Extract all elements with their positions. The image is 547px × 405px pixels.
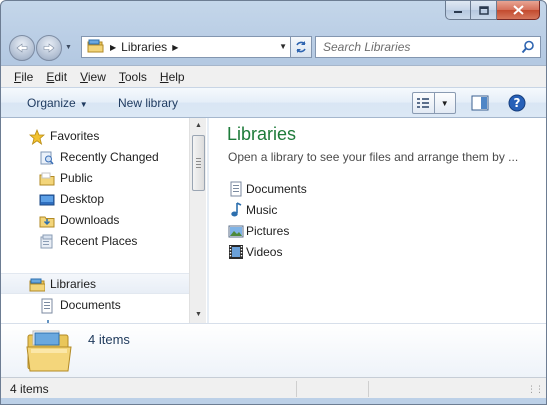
desktop-icon	[39, 194, 55, 206]
status-bar: 4 items ⋮⋮	[1, 377, 546, 398]
nav-item-label: Public	[60, 171, 93, 185]
explorer-window: ▼ ▶ Libraries ▶ ▼ Search Libraries File …	[0, 0, 547, 405]
menu-file[interactable]: File	[14, 70, 33, 84]
nav-item-documents[interactable]: Documents	[1, 295, 189, 316]
menu-help[interactable]: Help	[160, 70, 185, 84]
library-item-label: Videos	[246, 245, 283, 259]
change-view-button[interactable]: ▼	[412, 92, 456, 114]
organize-button[interactable]: Organize ▼	[27, 96, 88, 110]
nav-libraries-label: Libraries	[50, 277, 97, 291]
close-button[interactable]	[497, 1, 540, 20]
library-item-documents[interactable]: Documents	[228, 180, 388, 198]
menu-edit[interactable]: Edit	[46, 70, 67, 84]
minimize-icon	[454, 11, 462, 13]
pictures-icon	[228, 225, 244, 238]
minimize-button[interactable]	[445, 1, 471, 20]
view-options-icon[interactable]	[413, 93, 434, 113]
nav-item-music-partial[interactable]	[1, 316, 189, 323]
libraries-icon	[87, 38, 105, 57]
libraries-large-icon	[26, 330, 72, 372]
close-icon	[512, 5, 524, 15]
libraries-icon	[29, 278, 45, 292]
address-bar[interactable]: ▶ Libraries ▶ ▼	[81, 36, 294, 58]
nav-favorites-label: Favorites	[50, 129, 100, 143]
scroll-thumb[interactable]	[192, 135, 205, 191]
content-area: Favorites Recently Changed Public Deskto…	[1, 118, 546, 323]
command-bar: Organize ▼ New library ▼ ?	[1, 87, 546, 118]
library-item-label: Documents	[246, 182, 307, 196]
status-separator	[368, 381, 369, 397]
library-item-label: Music	[246, 203, 278, 217]
nav-libraries[interactable]: Libraries	[1, 273, 189, 294]
preview-pane-icon[interactable]	[471, 95, 489, 114]
nav-item-label: Recently Changed	[60, 150, 159, 164]
library-item-music[interactable]: Music	[228, 201, 388, 219]
breadcrumb-separator-icon[interactable]: ▶	[110, 43, 116, 52]
help-icon[interactable]: ?	[508, 94, 526, 115]
library-item-label: Pictures	[246, 224, 290, 238]
breadcrumb-libraries[interactable]: Libraries	[121, 40, 167, 54]
status-item-count: 4 items	[10, 382, 49, 396]
library-item-pictures[interactable]: Pictures	[228, 222, 388, 240]
new-library-button[interactable]: New library	[118, 96, 178, 110]
svg-text:?: ?	[514, 96, 521, 110]
recent-pages-dropdown[interactable]: ▼	[65, 44, 72, 51]
chevron-down-icon: ▼	[79, 100, 88, 109]
refresh-icon	[296, 41, 306, 53]
navigation-pane: Favorites Recently Changed Public Deskto…	[1, 118, 189, 323]
folder-icon	[39, 172, 55, 186]
breadcrumb-separator-icon[interactable]: ▶	[172, 43, 178, 52]
details-pane: 4 items	[1, 323, 546, 377]
search-box[interactable]: Search Libraries	[315, 36, 541, 58]
item-count-detail: 4 items	[88, 332, 130, 347]
library-list-pane: Libraries Open a library to see your fil…	[209, 118, 546, 323]
forward-button[interactable]	[36, 35, 62, 61]
nav-favorites[interactable]: Favorites	[1, 126, 189, 147]
address-history-dropdown[interactable]: ▼	[279, 42, 287, 51]
nav-item-public[interactable]: Public	[1, 168, 189, 189]
nav-item-label: Documents	[60, 298, 121, 312]
recent-places-icon	[40, 234, 53, 249]
menu-view[interactable]: View	[80, 70, 106, 84]
nav-item-recently-changed[interactable]: Recently Changed	[1, 147, 189, 168]
star-icon	[29, 129, 45, 145]
arrow-right-icon	[43, 43, 55, 53]
caption-buttons	[445, 1, 540, 20]
refresh-button[interactable]	[290, 36, 312, 58]
library-item-videos[interactable]: Videos	[228, 243, 388, 261]
music-icon	[231, 202, 242, 217]
resize-grip-icon[interactable]: ⋮⋮	[527, 384, 544, 395]
downloads-folder-icon	[39, 216, 55, 228]
nav-item-label: Downloads	[60, 213, 120, 227]
scroll-up-arrow-icon[interactable]: ▲	[190, 119, 207, 133]
videos-icon	[229, 245, 243, 259]
nav-item-label: Desktop	[60, 192, 105, 206]
menu-tools[interactable]: Tools	[119, 70, 147, 84]
documents-icon	[41, 298, 53, 314]
documents-icon	[230, 181, 242, 197]
nav-item-recent-places[interactable]: Recent Places	[1, 231, 189, 252]
navigation-bar: ▼ ▶ Libraries ▶ ▼ Search Libraries	[9, 34, 541, 61]
maximize-button[interactable]	[471, 1, 497, 20]
organize-label: Organize	[27, 96, 76, 110]
search-icon[interactable]	[521, 40, 535, 54]
view-dropdown-icon[interactable]: ▼	[433, 93, 456, 113]
nav-item-downloads[interactable]: Downloads	[1, 210, 189, 231]
search-input[interactable]: Search Libraries	[323, 40, 410, 54]
nav-item-desktop[interactable]: Desktop	[1, 189, 189, 210]
page-title: Libraries	[227, 124, 297, 144]
menu-bar: File Edit View Tools Help	[1, 65, 546, 87]
status-separator	[296, 381, 297, 397]
scroll-down-arrow-icon[interactable]: ▼	[190, 308, 207, 322]
nav-scrollbar[interactable]: ▲ ▼	[189, 118, 206, 323]
maximize-icon	[478, 5, 489, 15]
back-button[interactable]	[9, 35, 35, 61]
nav-item-label: Recent Places	[60, 234, 138, 248]
search-folder-icon	[40, 151, 54, 165]
page-subtitle: Open a library to see your files and arr…	[228, 150, 519, 164]
arrow-left-icon	[16, 43, 28, 53]
